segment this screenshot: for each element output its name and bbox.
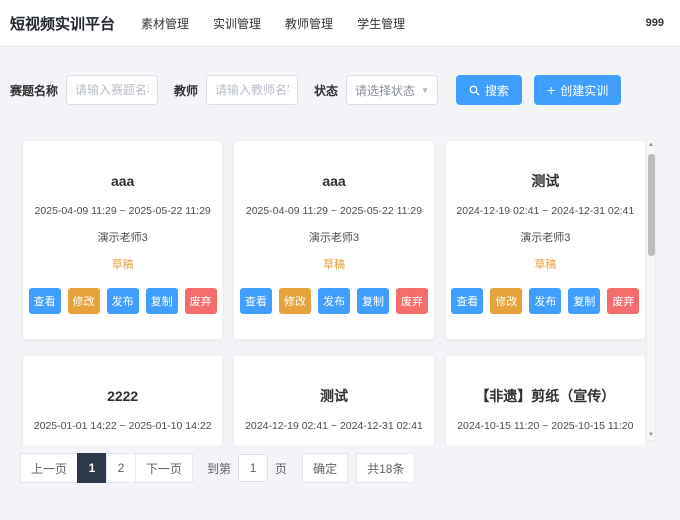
total-count-label: 共18条 — [356, 453, 415, 483]
filter-name-input[interactable] — [66, 75, 158, 105]
card-teacher: 演示老师3 — [23, 444, 222, 445]
next-page-button[interactable]: 下一页 — [135, 453, 193, 483]
nav-item-teacher[interactable]: 教师管理 — [285, 15, 333, 32]
card-date-range: 2025-04-09 11:29 ~ 2025-05-22 11:29 — [234, 205, 433, 217]
app-header: 短视频实训平台 素材管理 实训管理 教师管理 学生管理 999 — [0, 0, 680, 47]
edit-button[interactable]: 修改 — [68, 288, 100, 314]
vertical-scrollbar[interactable]: ▲ ▼ — [646, 139, 656, 441]
publish-button[interactable]: 发布 — [529, 288, 561, 314]
nav-item-training[interactable]: 实训管理 — [213, 15, 261, 32]
goto-page-input[interactable] — [238, 454, 268, 482]
goto-page-label: 到第 — [207, 460, 231, 477]
card-title: 2222 — [23, 386, 222, 406]
discard-button[interactable]: 废弃 — [396, 288, 428, 314]
app-title: 短视频实训平台 — [10, 13, 115, 34]
publish-button[interactable]: 发布 — [318, 288, 350, 314]
status-badge: 草稿 — [446, 256, 645, 272]
card-title: 测试 — [234, 386, 433, 406]
filter-teacher-input[interactable] — [206, 75, 298, 105]
search-button-label: 搜索 — [485, 82, 509, 99]
pagination: 上一页 1 2 下一页 到第 页 确定 共18条 — [20, 453, 680, 483]
card-title: aaa — [234, 171, 433, 191]
view-button[interactable]: 查看 — [451, 288, 483, 314]
create-training-button[interactable]: + 创建实训 — [534, 75, 621, 105]
training-card: 测试 2024-12-19 02:41 ~ 2024-12-31 02:41 演… — [233, 355, 434, 445]
card-date-range: 2024-10-15 11:20 ~ 2025-10-15 11:20 — [446, 420, 645, 432]
card-teacher: 演示老师3 — [446, 229, 645, 245]
nav-item-student[interactable]: 学生管理 — [357, 15, 405, 32]
view-button[interactable]: 查看 — [29, 288, 61, 314]
card-teacher: 演示老师3 — [234, 229, 433, 245]
card-date-range: 2024-12-19 02:41 ~ 2024-12-31 02:41 — [234, 420, 433, 432]
plus-icon: + — [547, 83, 555, 97]
page-unit-label: 页 — [275, 460, 287, 477]
view-button[interactable]: 查看 — [240, 288, 272, 314]
scroll-down-icon[interactable]: ▼ — [647, 430, 655, 440]
prev-page-button[interactable]: 上一页 — [20, 453, 78, 483]
main-nav: 素材管理 实训管理 教师管理 学生管理 — [141, 15, 646, 32]
training-card: aaa 2025-04-09 11:29 ~ 2025-05-22 11:29 … — [233, 140, 434, 340]
status-select-value: 请选择状态 — [355, 82, 415, 99]
card-actions: 查看 修改 发布 复制 废弃 — [446, 288, 645, 314]
create-button-label: 创建实训 — [560, 82, 608, 99]
publish-button[interactable]: 发布 — [107, 288, 139, 314]
discard-button[interactable]: 废弃 — [185, 288, 217, 314]
search-icon — [469, 85, 480, 96]
card-title: 【非遗】剪纸（宣传） — [446, 386, 645, 406]
scroll-up-icon[interactable]: ▲ — [647, 140, 655, 150]
card-title: aaa — [23, 171, 222, 191]
filter-status-label: 状态 — [314, 82, 338, 99]
filter-teacher-label: 教师 — [174, 82, 198, 99]
copy-button[interactable]: 复制 — [357, 288, 389, 314]
nav-item-material[interactable]: 素材管理 — [141, 15, 189, 32]
copy-button[interactable]: 复制 — [568, 288, 600, 314]
card-teacher: 演示老师3 — [234, 444, 433, 445]
card-date-range: 2025-01-01 14:22 ~ 2025-01-10 14:22 — [23, 420, 222, 432]
status-badge: 草稿 — [234, 256, 433, 272]
scrollbar-thumb[interactable] — [648, 154, 655, 256]
search-button[interactable]: 搜索 — [456, 75, 522, 105]
card-row-1: aaa 2025-04-09 11:29 ~ 2025-05-22 11:29 … — [0, 135, 680, 340]
confirm-page-button[interactable]: 确定 — [302, 453, 348, 483]
filter-name-label: 赛题名称 — [10, 82, 58, 99]
card-actions: 查看 修改 发布 复制 废弃 — [234, 288, 433, 314]
chevron-down-icon: ▼ — [421, 86, 429, 95]
card-teacher: 演示老师3 — [446, 444, 645, 445]
page-button-2[interactable]: 2 — [106, 453, 136, 483]
training-card: 2222 2025-01-01 14:22 ~ 2025-01-10 14:22… — [22, 355, 223, 445]
card-actions: 查看 修改 发布 复制 废弃 — [23, 288, 222, 314]
card-date-range: 2024-12-19 02:41 ~ 2024-12-31 02:41 — [446, 205, 645, 217]
card-title: 测试 — [446, 171, 645, 191]
copy-button[interactable]: 复制 — [146, 288, 178, 314]
filter-bar: 赛题名称 教师 状态 请选择状态 ▼ 搜索 + 创建实训 — [0, 47, 680, 105]
card-list-scroll-area: aaa 2025-04-09 11:29 ~ 2025-05-22 11:29 … — [0, 135, 680, 445]
card-date-range: 2025-04-09 11:29 ~ 2025-05-22 11:29 — [23, 205, 222, 217]
training-card: 测试 2024-12-19 02:41 ~ 2024-12-31 02:41 演… — [445, 140, 646, 340]
page-button-1[interactable]: 1 — [77, 453, 107, 483]
card-teacher: 演示老师3 — [23, 229, 222, 245]
card-row-2: 2222 2025-01-01 14:22 ~ 2025-01-10 14:22… — [0, 355, 680, 445]
status-badge: 草稿 — [23, 256, 222, 272]
discard-button[interactable]: 废弃 — [607, 288, 639, 314]
training-card: 【非遗】剪纸（宣传） 2024-10-15 11:20 ~ 2025-10-15… — [445, 355, 646, 445]
edit-button[interactable]: 修改 — [279, 288, 311, 314]
edit-button[interactable]: 修改 — [490, 288, 522, 314]
filter-status-select[interactable]: 请选择状态 ▼ — [346, 75, 438, 105]
training-card: aaa 2025-04-09 11:29 ~ 2025-05-22 11:29 … — [22, 140, 223, 340]
user-badge[interactable]: 999 — [646, 17, 664, 29]
